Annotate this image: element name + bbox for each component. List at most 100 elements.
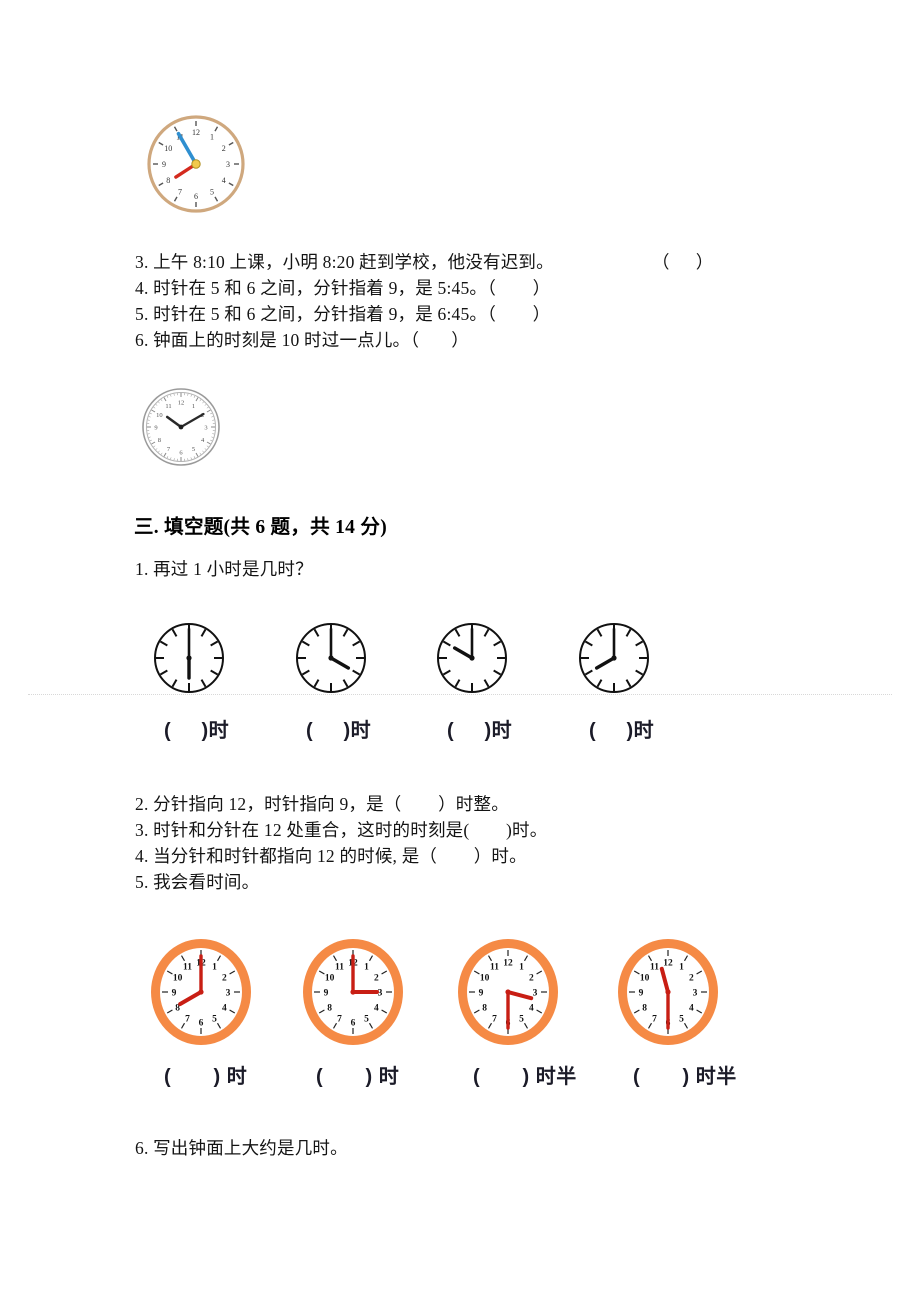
svg-text:5: 5	[212, 1014, 217, 1024]
svg-text:1: 1	[519, 962, 524, 972]
svg-text:4: 4	[529, 1003, 534, 1013]
svg-text:9: 9	[324, 988, 329, 998]
svg-text:6: 6	[351, 1018, 356, 1028]
tf-question-3: 3. 上午 8:10 上课，小明 8:20 赶到学校，他没有迟到。	[135, 252, 554, 272]
svg-text:11: 11	[650, 962, 659, 972]
svg-text:1: 1	[212, 962, 217, 972]
svg-text:2: 2	[222, 973, 227, 983]
line-clock-2-svg	[296, 623, 366, 693]
orange-clock-2: 121234567891011	[300, 936, 406, 1048]
svg-text:11: 11	[335, 962, 344, 972]
svg-text:2: 2	[374, 973, 379, 983]
svg-text:4: 4	[222, 1003, 227, 1013]
svg-text:4: 4	[374, 1003, 379, 1013]
svg-text:6: 6	[199, 1018, 204, 1028]
svg-text:7: 7	[337, 1014, 342, 1024]
svg-text:8: 8	[327, 1003, 332, 1013]
svg-text:6: 6	[194, 192, 198, 201]
orange-clock-1: 121234567891011	[148, 936, 254, 1048]
tf-question-3-bracket[interactable]: （ ）	[652, 249, 713, 274]
fill-question-6: 6. 写出钟面上大约是几时。	[135, 1138, 348, 1158]
svg-text:7: 7	[185, 1014, 190, 1024]
svg-text:2: 2	[529, 973, 534, 983]
worksheet-page: 121234567891011 3. 上午 8:10 上课，小明 8:20 赶到…	[0, 0, 920, 1302]
svg-text:1: 1	[679, 962, 684, 972]
svg-text:8: 8	[482, 1003, 487, 1013]
svg-text:5: 5	[364, 1014, 369, 1024]
orange-clock-4-svg: 121234567891011	[618, 939, 718, 1045]
line-clock-3-svg	[437, 623, 507, 693]
line-clock-2	[292, 619, 370, 697]
svg-text:3: 3	[226, 160, 230, 169]
dotted-separator	[28, 694, 892, 695]
line-clock-3	[433, 619, 511, 697]
svg-text:9: 9	[154, 425, 157, 432]
svg-text:9: 9	[162, 160, 166, 169]
svg-text:7: 7	[652, 1014, 657, 1024]
line-clock-1	[150, 619, 228, 697]
line-clock-4-svg	[579, 623, 649, 693]
answer-blank-4[interactable]: ( )时	[589, 714, 731, 743]
svg-text:12: 12	[178, 400, 185, 407]
svg-text:7: 7	[178, 188, 182, 197]
svg-text:3: 3	[204, 425, 207, 432]
answer-blank-5[interactable]: ( ) 时	[164, 1060, 316, 1089]
answer-blank-8[interactable]: ( ) 时半	[633, 1060, 793, 1089]
svg-text:5: 5	[679, 1014, 684, 1024]
svg-text:11: 11	[183, 962, 192, 972]
svg-text:9: 9	[639, 988, 644, 998]
color-clock-top: 121234567891011	[144, 112, 248, 216]
svg-text:3: 3	[533, 988, 538, 998]
svg-text:12: 12	[192, 128, 200, 137]
tf-question-4: 4. 时针在 5 和 6 之间，分针指着 9，是 5:45。（ ）	[135, 278, 551, 298]
svg-text:10: 10	[325, 973, 335, 983]
svg-text:2: 2	[689, 973, 694, 983]
svg-text:10: 10	[156, 412, 163, 419]
svg-text:1: 1	[364, 962, 369, 972]
svg-text:10: 10	[640, 973, 650, 983]
answer-blank-1[interactable]: ( )时	[164, 714, 306, 743]
svg-text:8: 8	[642, 1003, 647, 1013]
svg-text:10: 10	[173, 973, 183, 983]
line-clock-4	[575, 619, 653, 697]
color-clock-top-svg: 121234567891011	[147, 115, 245, 213]
line-clock-1-svg	[154, 623, 224, 693]
svg-text:12: 12	[503, 958, 513, 968]
answer-blank-7[interactable]: ( ) 时半	[473, 1060, 633, 1089]
orange-clock-3: 121234567891011	[455, 936, 561, 1048]
section-title-fill-blank: 三. 填空题(共 6 题，共 14 分)	[134, 517, 387, 538]
tf-question-6: 6. 钟面上的时刻是 10 时过一点儿。（ ）	[135, 330, 469, 350]
svg-text:5: 5	[519, 1014, 524, 1024]
gray-clock-svg: 121234567891011	[142, 388, 220, 466]
fill-question-3: 3. 时针和分针在 12 处重合，这时的时刻是( )时。	[135, 820, 548, 840]
answer-row-orange-clocks: ( ) 时 ( ) 时 ( ) 时半 ( ) 时半	[164, 1060, 793, 1089]
fill-question-4: 4. 当分针和时针都指向 12 的时候, 是（ ）时。	[135, 846, 527, 866]
svg-text:8: 8	[166, 176, 170, 185]
svg-text:9: 9	[172, 988, 177, 998]
svg-text:5: 5	[192, 446, 195, 453]
fill-question-5: 5. 我会看时间。	[135, 872, 260, 892]
svg-text:11: 11	[490, 962, 499, 972]
gray-clock: 121234567891011	[139, 385, 223, 469]
svg-text:4: 4	[222, 176, 226, 185]
svg-text:3: 3	[226, 988, 231, 998]
tf-question-5: 5. 时针在 5 和 6 之间，分针指着 9，是 6:45。（ ）	[135, 304, 551, 324]
svg-text:11: 11	[165, 403, 171, 410]
svg-text:1: 1	[192, 403, 195, 410]
fill-question-1: 1. 再过 1 小时是几时？	[135, 559, 313, 579]
svg-text:10: 10	[480, 973, 490, 983]
answer-blank-2[interactable]: ( )时	[306, 714, 447, 743]
svg-text:10: 10	[164, 144, 172, 153]
svg-text:2: 2	[222, 144, 226, 153]
svg-text:3: 3	[693, 988, 698, 998]
svg-text:5: 5	[210, 188, 214, 197]
answer-blank-3[interactable]: ( )时	[447, 714, 589, 743]
answer-row-line-clocks: ( )时 ( )时 ( )时 ( )时	[164, 714, 731, 743]
orange-clock-1-svg: 121234567891011	[151, 939, 251, 1045]
svg-text:7: 7	[492, 1014, 497, 1024]
svg-text:1: 1	[210, 132, 214, 141]
answer-blank-6[interactable]: ( ) 时	[316, 1060, 473, 1089]
orange-clock-4: 121234567891011	[615, 936, 721, 1048]
svg-text:4: 4	[689, 1003, 694, 1013]
fill-question-2: 2. 分针指向 12，时针指向 9，是（ ）时整。	[135, 794, 509, 814]
